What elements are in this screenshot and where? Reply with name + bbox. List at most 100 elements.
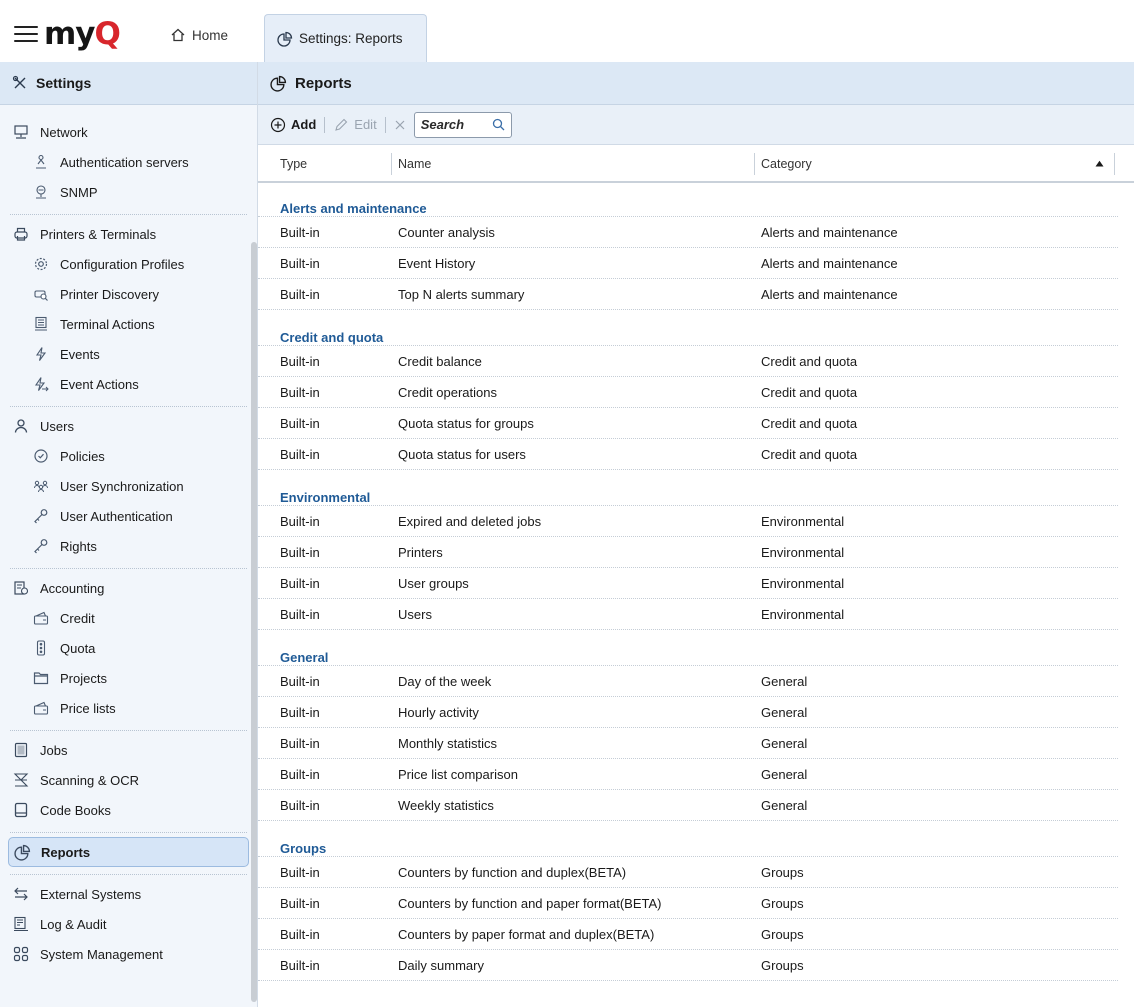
cell-type: Built-in (280, 607, 320, 622)
cell-type: Built-in (280, 514, 320, 529)
cell-category: Credit and quota (761, 416, 858, 431)
table-row[interactable]: Built-in Hourly activity General (258, 697, 1118, 728)
column-header-name[interactable]: Name (398, 157, 431, 171)
table-row[interactable]: Built-in Expired and deleted jobs Environm… (258, 506, 1118, 537)
column-divider[interactable] (391, 153, 392, 175)
sidebar-item-scanning-ocr[interactable]: Scanning & OCR (10, 765, 247, 795)
sidebar-item-label: Authentication servers (60, 154, 189, 170)
table-row[interactable]: Built-in Users Environmental (258, 599, 1118, 630)
snmp-icon (32, 183, 50, 201)
sidebar-item-label: Event Actions (60, 376, 139, 392)
reports-panel: Reports Add Edit Type Name Category Aler… (258, 62, 1134, 1007)
group-header[interactable]: Credit and quota (258, 312, 1118, 346)
table-row[interactable]: Built-in Printers Environmental (258, 537, 1118, 568)
sidebar-item-label: Printers & Terminals (40, 226, 157, 242)
scanner-icon (12, 771, 30, 789)
sidebar-item-log-audit[interactable]: Log & Audit (10, 909, 247, 939)
close-icon (395, 120, 405, 129)
search-box[interactable] (413, 111, 512, 138)
sidebar-item-configuration-profiles[interactable]: Configuration Profiles (10, 249, 247, 279)
table-row[interactable]: Built-in Event History Alerts and maintena… (258, 248, 1118, 279)
sidebar-item-reports[interactable]: Reports (8, 837, 249, 867)
sidebar-item-user-synchronization[interactable]: User Synchronization (10, 471, 247, 501)
delete-button[interactable] (394, 119, 406, 131)
table-row[interactable]: Built-in Daily summary Groups (258, 950, 1118, 981)
sidebar-section: Jobs Scanning & OCR Code Books (10, 731, 247, 833)
cell-type: Built-in (280, 447, 320, 462)
sidebar-item-projects[interactable]: Projects (10, 663, 247, 693)
sidebar-item-user-authentication[interactable]: User Authentication (10, 501, 247, 531)
sidebar-item-label: Credit (60, 610, 95, 626)
wallet-icon (32, 699, 50, 717)
sidebar-item-code-books[interactable]: Code Books (10, 795, 247, 825)
cell-type: Built-in (280, 354, 320, 369)
sidebar-item-policies[interactable]: Policies (10, 441, 247, 471)
table-row[interactable]: Built-in Top N alerts summary Alerts and m… (258, 279, 1118, 310)
sidebar-item-events[interactable]: Events (10, 339, 247, 369)
edit-button[interactable]: Edit (333, 117, 377, 133)
sidebar-item-label: Configuration Profiles (60, 256, 185, 272)
table-row[interactable]: Built-in Monthly statistics General (258, 728, 1118, 759)
sidebar-item-jobs[interactable]: Jobs (10, 735, 247, 765)
top-bar: myQ Home Settings: Reports (0, 0, 1134, 62)
tab-settings-reports[interactable]: Settings: Reports (264, 14, 427, 62)
table-row[interactable]: Built-in Counters by function and paper f… (258, 888, 1118, 919)
sort-ascending-icon[interactable] (1095, 160, 1104, 167)
cell-name: Counters by function and duplex(BETA) (398, 865, 627, 880)
sidebar-item-event-actions[interactable]: Event Actions (10, 369, 247, 399)
sidebar-scrollbar[interactable] (251, 242, 257, 1002)
sidebar-item-system-management[interactable]: System Management (10, 939, 247, 969)
sidebar-item-terminal-actions[interactable]: Terminal Actions (10, 309, 247, 339)
search-input[interactable] (420, 117, 481, 132)
cell-name: Credit operations (398, 385, 497, 400)
group-header[interactable]: Environmental (258, 472, 1118, 506)
table-row[interactable]: Built-in Weekly statistics General (258, 790, 1118, 821)
sidebar-item-label: Code Books (40, 802, 111, 818)
sidebar-item-snmp[interactable]: SNMP (10, 177, 247, 207)
cell-category: Alerts and maintenance (761, 287, 898, 302)
page-title: Reports (295, 74, 352, 92)
column-header-type[interactable]: Type (280, 157, 307, 171)
cell-type: Built-in (280, 705, 320, 720)
table-row[interactable]: Built-in Quota status for groups Credit an… (258, 408, 1118, 439)
sidebar-item-printers-terminals[interactable]: Printers & Terminals (10, 219, 247, 249)
group-header[interactable]: Groups (258, 823, 1118, 857)
group-header[interactable]: General (258, 632, 1118, 666)
sidebar-item-price-lists[interactable]: Price lists (10, 693, 247, 723)
table-row[interactable]: Built-in Day of the week General (258, 666, 1118, 697)
cell-category: Credit and quota (761, 354, 858, 369)
table-row[interactable]: Built-in Quota status for users Credit and… (258, 439, 1118, 470)
table-row[interactable]: Built-in Price list comparison General (258, 759, 1118, 790)
search-icon[interactable] (492, 118, 505, 131)
hamburger-menu-icon[interactable] (14, 26, 38, 44)
column-header-category[interactable]: Category (761, 157, 812, 171)
shield-icon (32, 447, 50, 465)
table-row[interactable]: Built-in Counter analysis Alerts and maint… (258, 217, 1118, 248)
sidebar-item-external-systems[interactable]: External Systems (10, 879, 247, 909)
sidebar-item-credit[interactable]: Credit (10, 603, 247, 633)
sidebar-item-printer-discovery[interactable]: Printer Discovery (10, 279, 247, 309)
column-divider[interactable] (754, 153, 755, 175)
column-divider[interactable] (1114, 153, 1115, 175)
sidebar-item-label: Printer Discovery (60, 286, 159, 302)
sidebar-item-label: Events (60, 346, 100, 362)
home-icon (171, 28, 185, 42)
cell-name: Hourly activity (398, 705, 479, 720)
table-row[interactable]: Built-in Credit balance Credit and quota (258, 346, 1118, 377)
sidebar-item-authentication-servers[interactable]: Authentication servers (10, 147, 247, 177)
sidebar-item-accounting[interactable]: Accounting (10, 573, 247, 603)
group-header[interactable]: Alerts and maintenance (258, 183, 1118, 217)
cell-category: Credit and quota (761, 385, 858, 400)
table-row[interactable]: Built-in Counters by function and duplex(… (258, 857, 1118, 888)
sidebar-item-users[interactable]: Users (10, 411, 247, 441)
sidebar-item-network[interactable]: Network (10, 117, 247, 147)
table-row[interactable]: Built-in User groups Environmental (258, 568, 1118, 599)
add-button[interactable]: Add (270, 117, 316, 133)
sidebar-item-label: User Authentication (60, 508, 173, 524)
table-row[interactable]: Built-in Counters by paper format and dup… (258, 919, 1118, 950)
sidebar-item-quota[interactable]: Quota (10, 633, 247, 663)
table-row[interactable]: Built-in Credit operations Credit and quot… (258, 377, 1118, 408)
cell-category: Groups (761, 927, 804, 942)
sidebar-item-rights[interactable]: Rights (10, 531, 247, 561)
home-link[interactable]: Home (170, 27, 228, 43)
